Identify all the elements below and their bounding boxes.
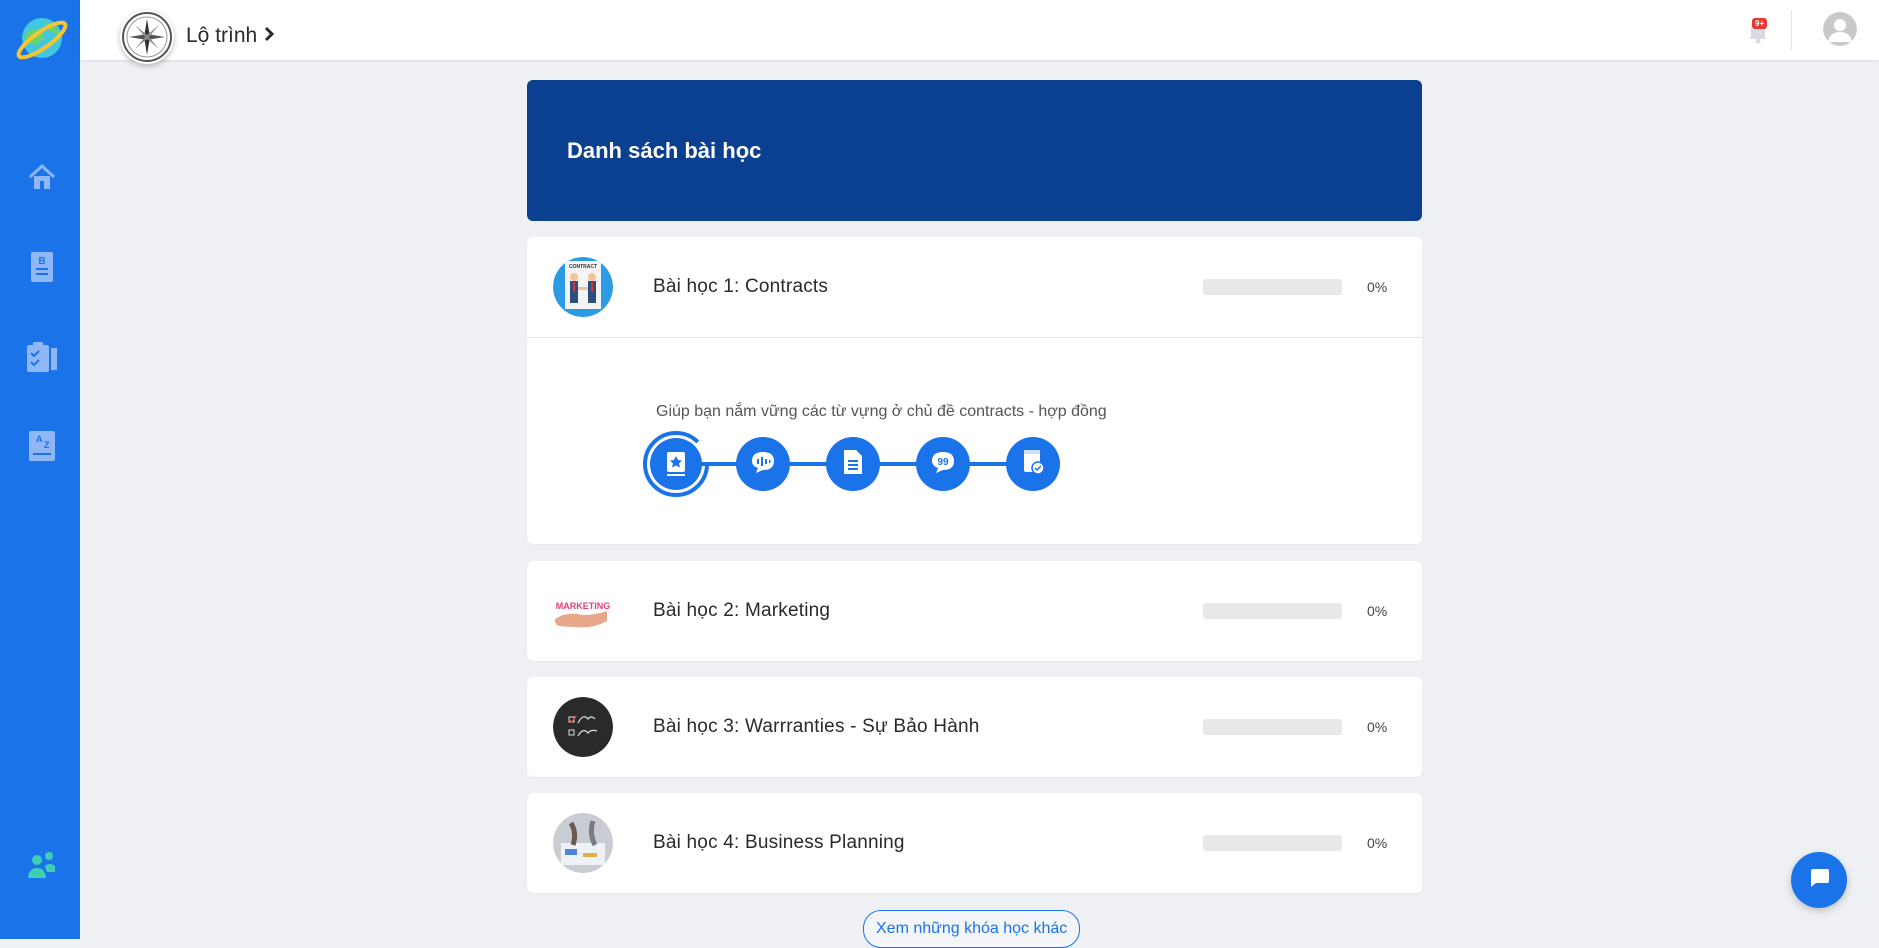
breadcrumb-label: Lộ trình xyxy=(186,24,258,47)
sidebar: B AZ xyxy=(0,0,80,939)
az-book-icon[interactable]: AZ xyxy=(22,426,62,466)
quote-bubble-icon: 99 xyxy=(930,450,956,479)
lesson-header[interactable]: MARKETING Bài học 2: Marketing 0% xyxy=(527,561,1422,661)
page-title: Danh sách bài học xyxy=(567,138,762,163)
svg-text:A: A xyxy=(36,434,43,444)
lesson-card: Bài học 4: Business Planning 0% xyxy=(527,793,1422,893)
marketing-thumbnail: MARKETING xyxy=(553,581,613,641)
bookmark-star-icon xyxy=(664,451,688,482)
svg-text:MARKETING: MARKETING xyxy=(556,601,611,611)
top-header: Lộ trình 9+ xyxy=(80,0,1879,64)
step-reading[interactable] xyxy=(826,437,880,491)
progress-percent: 0% xyxy=(1367,279,1388,295)
progress-bar xyxy=(1203,603,1342,619)
more-courses-button[interactable]: Xem những khóa học khác xyxy=(863,910,1081,948)
progress-percent: 0% xyxy=(1367,603,1388,619)
planet-logo-icon[interactable] xyxy=(16,12,68,64)
now-later-thumbnail xyxy=(553,697,613,757)
contract-handshake-thumbnail: CONTRACT xyxy=(553,257,613,317)
lesson-header[interactable]: Bài học 4: Business Planning 0% xyxy=(527,793,1422,893)
document-icon xyxy=(842,448,864,481)
avatar[interactable] xyxy=(1823,12,1857,46)
home-icon[interactable] xyxy=(22,157,62,197)
lesson-list-banner: Danh sách bài học xyxy=(527,80,1422,221)
checklist-icon[interactable] xyxy=(22,337,62,377)
svg-text:Z: Z xyxy=(44,440,50,450)
lesson-card: CONTRACT Bài học 1: Contracts 0% Giúp bạ… xyxy=(527,237,1422,544)
book-b-icon[interactable]: B xyxy=(22,247,62,287)
lesson-header[interactable]: Bài học 3: Warrranties - Sự Bảo Hành 0% xyxy=(527,677,1422,777)
step-listening[interactable] xyxy=(736,437,790,491)
lesson-card: Bài học 3: Warrranties - Sự Bảo Hành 0% xyxy=(527,677,1422,777)
lesson-card: MARKETING Bài học 2: Marketing 0% xyxy=(527,561,1422,661)
step-conversation[interactable]: 99 xyxy=(916,437,970,491)
chat-icon xyxy=(1807,866,1831,895)
chat-button[interactable] xyxy=(1791,852,1847,908)
speech-audio-icon xyxy=(750,450,776,479)
header-divider xyxy=(1791,10,1792,50)
progress-percent: 0% xyxy=(1367,719,1388,735)
step-test[interactable] xyxy=(1006,437,1060,491)
book-check-icon xyxy=(1021,448,1045,481)
svg-text:B: B xyxy=(38,256,45,267)
lesson-steps: 99 xyxy=(642,426,1072,502)
breadcrumb[interactable]: Lộ trình xyxy=(186,24,275,48)
progress-percent: 0% xyxy=(1367,835,1388,851)
lesson-title: Bài học 2: Marketing xyxy=(653,600,831,621)
lesson-title: Bài học 4: Business Planning xyxy=(653,832,905,853)
svg-text:99: 99 xyxy=(937,457,949,468)
progress-bar xyxy=(1203,835,1342,851)
people-icon[interactable] xyxy=(22,845,62,885)
notification-badge: 9+ xyxy=(1752,18,1768,29)
lesson-details: Giúp bạn nắm vững các từ vựng ở chủ đề c… xyxy=(527,337,1422,544)
business-planning-thumbnail xyxy=(553,813,613,873)
chevron-right-icon xyxy=(263,24,275,48)
lesson-description: Giúp bạn nắm vững các từ vựng ở chủ đề c… xyxy=(656,403,1107,420)
lesson-title: Bài học 1: Contracts xyxy=(653,276,829,297)
compass-icon[interactable] xyxy=(120,10,174,64)
svg-text:CONTRACT: CONTRACT xyxy=(569,264,597,270)
lesson-header[interactable]: CONTRACT Bài học 1: Contracts 0% xyxy=(527,237,1422,337)
step-vocabulary[interactable] xyxy=(642,430,710,498)
lesson-title: Bài học 3: Warrranties - Sự Bảo Hành xyxy=(653,716,980,737)
progress-bar xyxy=(1203,279,1342,295)
progress-bar xyxy=(1203,719,1342,735)
